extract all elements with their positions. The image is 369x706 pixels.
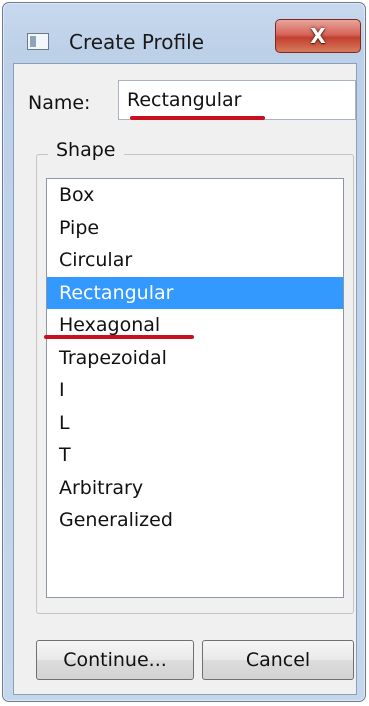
close-icon: X (310, 24, 326, 48)
shape-option-t[interactable]: T (47, 439, 343, 472)
shape-option-box[interactable]: Box (47, 179, 343, 212)
window-title: Create Profile (69, 30, 204, 54)
shape-option-arbitrary[interactable]: Arbitrary (47, 472, 343, 505)
shape-option-pipe[interactable]: Pipe (47, 212, 343, 245)
window-app-icon (27, 33, 49, 50)
close-button[interactable]: X (275, 19, 361, 53)
continue-button[interactable]: Continue... (36, 640, 194, 680)
shape-option-circular[interactable]: Circular (47, 244, 343, 277)
cancel-button[interactable]: Cancel (202, 640, 354, 680)
shape-listbox[interactable]: Box Pipe Circular Rectangular Hexagonal Trape… (46, 178, 344, 598)
name-input[interactable] (118, 80, 356, 120)
title-bar[interactable]: Create Profile X (3, 3, 365, 61)
shape-option-generalized[interactable]: Generalized (47, 504, 343, 537)
shape-option-rectangular[interactable]: Rectangular (47, 276, 343, 309)
shape-option-trapezoidal[interactable]: Trapezoidal (47, 342, 343, 375)
name-label: Name: (28, 92, 91, 114)
selection-annotation-underline (44, 335, 194, 339)
shape-option-l[interactable]: L (47, 407, 343, 440)
shape-option-i[interactable]: I (47, 374, 343, 407)
shape-group-label: Shape (48, 139, 124, 161)
name-annotation-underline (130, 116, 265, 120)
